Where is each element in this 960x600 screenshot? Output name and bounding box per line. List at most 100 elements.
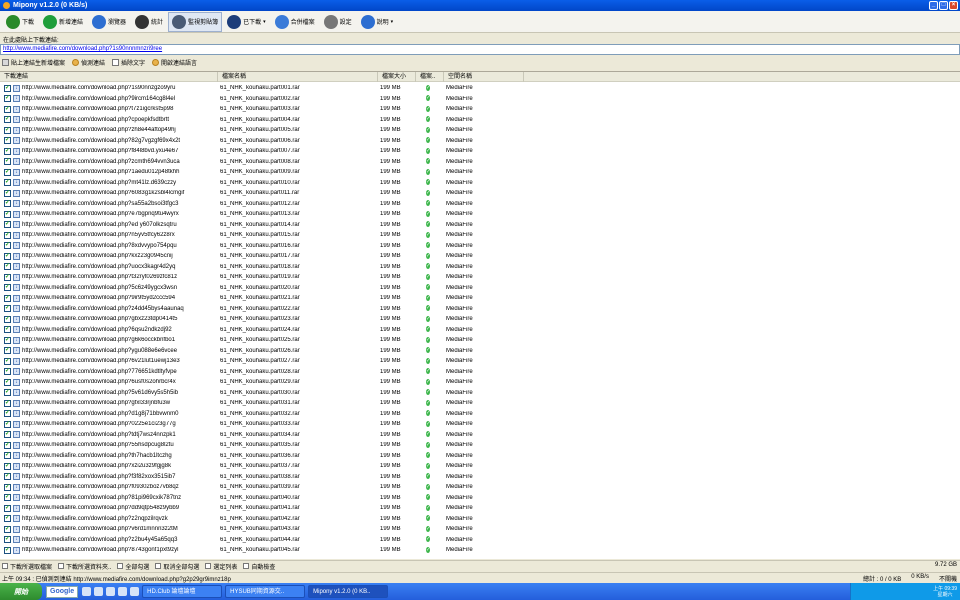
toolbar-button-chart[interactable]: 統計 <box>131 12 167 32</box>
row-checkbox[interactable]: ✓ <box>4 536 11 544</box>
row-checkbox[interactable]: ✓ <box>4 168 11 176</box>
table-row[interactable]: ✓ ↓ http://www.mediafire.com/download.php?… <box>0 304 960 315</box>
row-checkbox[interactable]: ✓ <box>4 462 11 470</box>
table-row[interactable]: ✓ ↓ http://www.mediafire.com/download.php?… <box>0 503 960 514</box>
table-row[interactable]: ✓ ↓ http://www.mediafire.com/download.php?… <box>0 461 960 472</box>
table-row[interactable]: ✓ ↓ http://www.mediafire.com/download.php?… <box>0 346 960 357</box>
table-row[interactable]: ✓ ↓ http://www.mediafire.com/download.php?… <box>0 430 960 441</box>
table-row[interactable]: ✓ ↓ http://www.mediafire.com/download.php?… <box>0 220 960 231</box>
row-checkbox[interactable]: ✓ <box>4 242 11 250</box>
quick-launch-icon[interactable] <box>118 587 128 596</box>
row-checkbox[interactable]: ✓ <box>4 431 11 439</box>
table-row[interactable]: ✓ ↓ http://www.mediafire.com/download.php?… <box>0 188 960 199</box>
table-row[interactable]: ✓ ↓ http://www.mediafire.com/download.php?… <box>0 545 960 556</box>
row-checkbox[interactable]: ✓ <box>4 420 11 428</box>
column-header-size[interactable]: 檔案大小 <box>378 72 416 82</box>
row-checkbox[interactable]: ✓ <box>4 315 11 323</box>
row-checkbox[interactable]: ✓ <box>4 263 11 271</box>
table-row[interactable]: ✓ ↓ http://www.mediafire.com/download.php?… <box>0 398 960 409</box>
quick-launch-icon[interactable] <box>106 587 116 596</box>
row-checkbox[interactable]: ✓ <box>4 294 11 302</box>
clock[interactable]: 上午 09:39 星期六 <box>933 586 957 598</box>
table-row[interactable]: ✓ ↓ http://www.mediafire.com/download.php?… <box>0 535 960 546</box>
toolbar-button-add-link[interactable]: 新增連結 <box>39 12 87 32</box>
link-toolbar-item[interactable]: 貼上連結生新增檔案 <box>2 58 65 67</box>
bottom-toolbar-button[interactable]: 選定列表 <box>205 562 237 571</box>
bottom-toolbar-button[interactable]: 全部勾選 <box>117 562 149 571</box>
column-header-url[interactable]: 下載連結 <box>0 72 218 82</box>
link-toolbar-item[interactable]: 插除文字 <box>112 58 145 67</box>
row-checkbox[interactable]: ✓ <box>4 210 11 218</box>
row-checkbox[interactable]: ✓ <box>4 389 11 397</box>
chevron-down-icon[interactable]: ▾ <box>391 19 394 25</box>
link-toolbar-item[interactable]: 偵測連結 <box>72 58 105 67</box>
row-checkbox[interactable]: ✓ <box>4 200 11 208</box>
table-row[interactable]: ✓ ↓ http://www.mediafire.com/download.php?… <box>0 482 960 493</box>
row-checkbox[interactable]: ✓ <box>4 284 11 292</box>
row-checkbox[interactable]: ✓ <box>4 95 11 103</box>
row-checkbox[interactable]: ✓ <box>4 452 11 460</box>
url-input[interactable]: http://www.mediafire.com/download.php?1s… <box>0 44 960 55</box>
table-row[interactable]: ✓ ↓ http://www.mediafire.com/download.php?… <box>0 419 960 430</box>
quick-launch-icon[interactable] <box>82 587 92 596</box>
shutdown-option[interactable]: 不關機 <box>939 574 957 583</box>
table-row[interactable]: ✓ ↓ http://www.mediafire.com/download.php?… <box>0 136 960 147</box>
table-row[interactable]: ✓ ↓ http://www.mediafire.com/download.php?… <box>0 325 960 336</box>
row-checkbox[interactable]: ✓ <box>4 189 11 197</box>
row-checkbox[interactable]: ✓ <box>4 252 11 260</box>
row-checkbox[interactable]: ✓ <box>4 158 11 166</box>
table-row[interactable]: ✓ ↓ http://www.mediafire.com/download.php?… <box>0 472 960 483</box>
column-header-filename[interactable]: 檔案名稱 <box>218 72 378 82</box>
table-row[interactable]: ✓ ↓ http://www.mediafire.com/download.php?… <box>0 272 960 283</box>
quick-launch-icon[interactable] <box>130 587 140 596</box>
table-row[interactable]: ✓ ↓ http://www.mediafire.com/download.php?… <box>0 283 960 294</box>
start-button[interactable]: 開始 <box>0 583 42 600</box>
table-row[interactable]: ✓ ↓ http://www.mediafire.com/download.php?… <box>0 356 960 367</box>
toolbar-button-globe[interactable]: 瀏覽器 <box>88 12 130 32</box>
table-row[interactable]: ✓ ↓ http://www.mediafire.com/download.php?… <box>0 262 960 273</box>
google-search-box[interactable]: Google <box>46 585 79 598</box>
table-row[interactable]: ✓ ↓ http://www.mediafire.com/download.php?… <box>0 199 960 210</box>
column-header-status[interactable]: 檔案.. <box>416 72 444 82</box>
table-row[interactable]: ✓ ↓ http://www.mediafire.com/download.php?… <box>0 293 960 304</box>
taskbar-item[interactable]: HYSUB同期資源交.. <box>225 585 306 598</box>
bottom-toolbar-button[interactable]: 下載所選取檔案 <box>2 562 52 571</box>
toolbar-button-settings[interactable]: 設定 <box>320 12 356 32</box>
minimize-button[interactable]: _ <box>929 1 938 10</box>
toolbar-button-download[interactable]: 下載 <box>2 12 38 32</box>
table-row[interactable]: ✓ ↓ http://www.mediafire.com/download.php?… <box>0 146 960 157</box>
bottom-toolbar-button[interactable]: 取消全部勾選 <box>155 562 199 571</box>
row-checkbox[interactable]: ✓ <box>4 525 11 533</box>
toolbar-button-clipboard-monitor[interactable]: 監視剪貼簿 <box>168 11 223 32</box>
row-checkbox[interactable]: ✓ <box>4 368 11 376</box>
quick-launch-icon[interactable] <box>94 587 104 596</box>
table-row[interactable]: ✓ ↓ http://www.mediafire.com/download.php?… <box>0 524 960 535</box>
table-row[interactable]: ✓ ↓ http://www.mediafire.com/download.php?… <box>0 178 960 189</box>
row-checkbox[interactable]: ✓ <box>4 179 11 187</box>
row-checkbox[interactable]: ✓ <box>4 347 11 355</box>
toolbar-button-help[interactable]: 說明 ▾ <box>357 12 398 32</box>
table-row[interactable]: ✓ ↓ http://www.mediafire.com/download.php?… <box>0 451 960 462</box>
table-row[interactable]: ✓ ↓ http://www.mediafire.com/download.php?… <box>0 388 960 399</box>
row-checkbox[interactable]: ✓ <box>4 326 11 334</box>
bottom-toolbar-button[interactable]: 自動檢查 <box>243 562 275 571</box>
table-row[interactable]: ✓ ↓ http://www.mediafire.com/download.php?… <box>0 94 960 105</box>
row-checkbox[interactable]: ✓ <box>4 378 11 386</box>
taskbar-item[interactable]: Mipony v1.2.0 (0 KB.. <box>308 585 389 598</box>
row-checkbox[interactable]: ✓ <box>4 147 11 155</box>
table-row[interactable]: ✓ ↓ http://www.mediafire.com/download.php?… <box>0 104 960 115</box>
table-row[interactable]: ✓ ↓ http://www.mediafire.com/download.php?… <box>0 409 960 420</box>
row-checkbox[interactable]: ✓ <box>4 105 11 113</box>
close-button[interactable]: × <box>949 1 958 10</box>
table-row[interactable]: ✓ ↓ http://www.mediafire.com/download.php?… <box>0 167 960 178</box>
row-checkbox[interactable]: ✓ <box>4 515 11 523</box>
url-input-value[interactable]: http://www.mediafire.com/download.php?1s… <box>3 46 162 52</box>
row-checkbox[interactable]: ✓ <box>4 399 11 407</box>
table-row[interactable]: ✓ ↓ http://www.mediafire.com/download.php?… <box>0 115 960 126</box>
row-checkbox[interactable]: ✓ <box>4 473 11 481</box>
row-checkbox[interactable]: ✓ <box>4 221 11 229</box>
row-checkbox[interactable]: ✓ <box>4 126 11 134</box>
table-row[interactable]: ✓ ↓ http://www.mediafire.com/download.php?… <box>0 241 960 252</box>
row-checkbox[interactable]: ✓ <box>4 231 11 239</box>
chevron-down-icon[interactable]: ▾ <box>263 19 266 25</box>
